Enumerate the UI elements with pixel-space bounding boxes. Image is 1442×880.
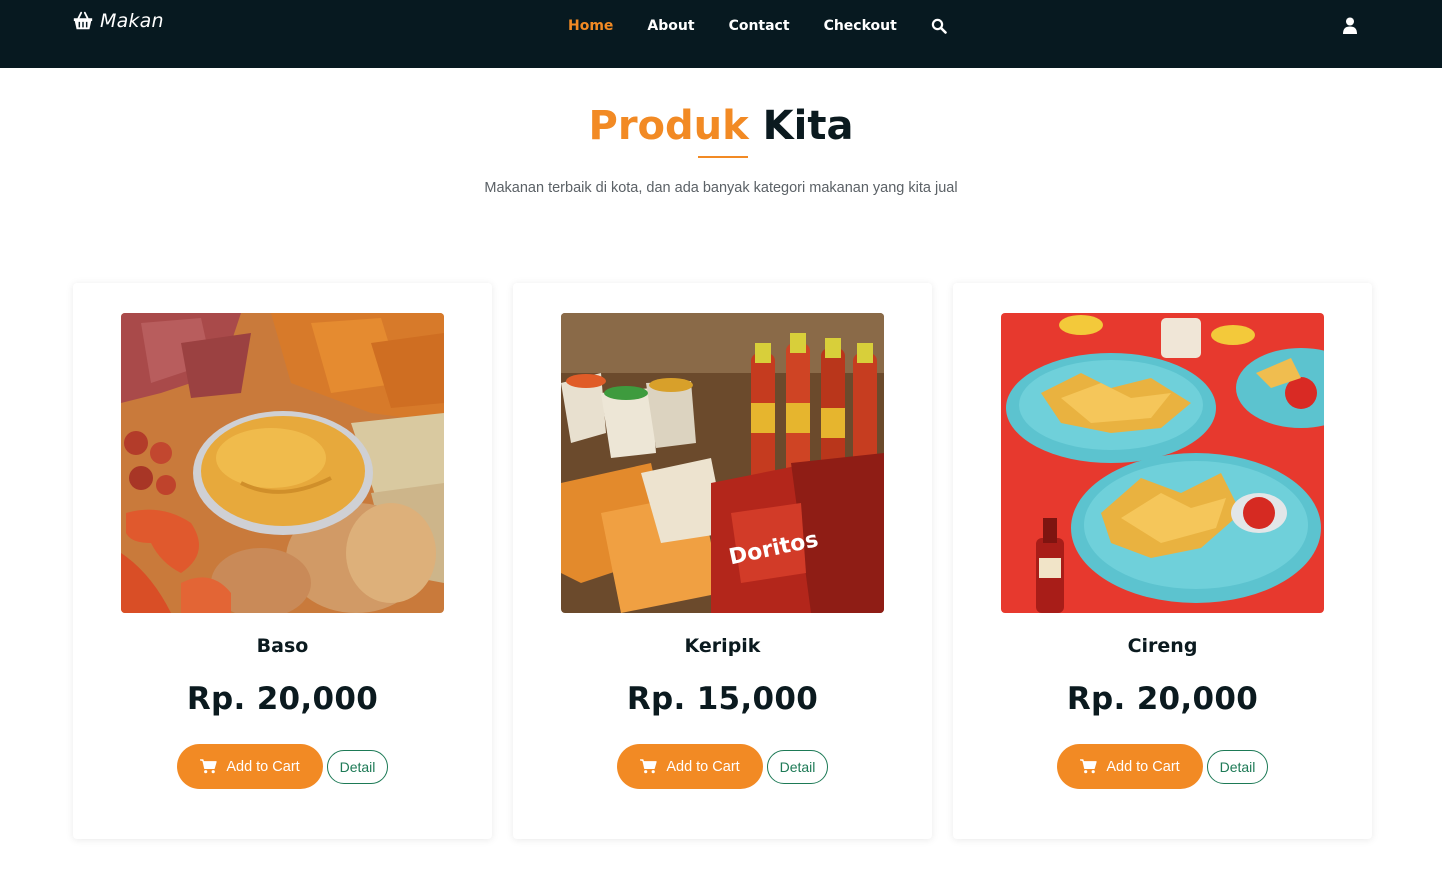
brand-logo[interactable]: Makan	[72, 10, 164, 32]
product-price: Rp. 20,000	[186, 681, 379, 717]
nav-link-contact[interactable]: Contact	[729, 17, 790, 35]
product-card: Doritos Keripik Rp. 15,000 Add to Cart D…	[513, 283, 932, 839]
add-to-cart-button[interactable]: Add to Cart	[617, 744, 763, 789]
product-name: Keripik	[684, 635, 761, 657]
section-title: Produk Kita	[0, 100, 1442, 152]
add-to-cart-label: Add to Cart	[226, 758, 300, 775]
title-rest: Kita	[762, 103, 854, 149]
product-image: Doritos	[561, 313, 884, 613]
product-card: Cireng Rp. 20,000 Add to Cart Detail	[953, 283, 1372, 839]
detail-button[interactable]: Detail	[327, 749, 388, 784]
card-actions: Add to Cart Detail	[177, 744, 388, 789]
product-image	[121, 313, 444, 613]
add-to-cart-label: Add to Cart	[1106, 758, 1180, 775]
nav-link-about[interactable]: About	[647, 17, 694, 35]
cart-icon	[640, 759, 657, 774]
add-to-cart-button[interactable]: Add to Cart	[1057, 744, 1203, 789]
user-icon[interactable]	[1342, 17, 1358, 34]
cart-icon	[200, 759, 217, 774]
nav-link-home[interactable]: Home	[568, 17, 613, 35]
card-actions: Add to Cart Detail	[1057, 744, 1268, 789]
title-underline	[698, 156, 748, 158]
card-actions: Add to Cart Detail	[617, 744, 828, 789]
product-image	[1001, 313, 1324, 613]
navbar: Makan Home About Contact Checkout	[0, 0, 1442, 68]
search-icon[interactable]	[931, 18, 947, 34]
add-to-cart-label: Add to Cart	[666, 758, 740, 775]
title-accent: Produk	[588, 103, 749, 149]
product-card: Baso Rp. 20,000 Add to Cart Detail	[73, 283, 492, 839]
brand-name: Makan	[100, 10, 164, 32]
detail-button[interactable]: Detail	[1207, 749, 1268, 784]
section-subtitle: Makanan terbaik di kota, dan ada banyak …	[484, 180, 958, 196]
nav-link-checkout[interactable]: Checkout	[824, 17, 897, 35]
basket-icon	[73, 11, 93, 30]
product-name: Baso	[256, 635, 309, 657]
main-nav: Home About Contact Checkout	[568, 17, 947, 35]
detail-button[interactable]: Detail	[767, 749, 828, 784]
product-price: Rp. 20,000	[1066, 681, 1259, 717]
product-name: Cireng	[1127, 635, 1198, 657]
cart-icon	[1080, 759, 1097, 774]
product-price: Rp. 15,000	[626, 681, 819, 717]
add-to-cart-button[interactable]: Add to Cart	[177, 744, 323, 789]
